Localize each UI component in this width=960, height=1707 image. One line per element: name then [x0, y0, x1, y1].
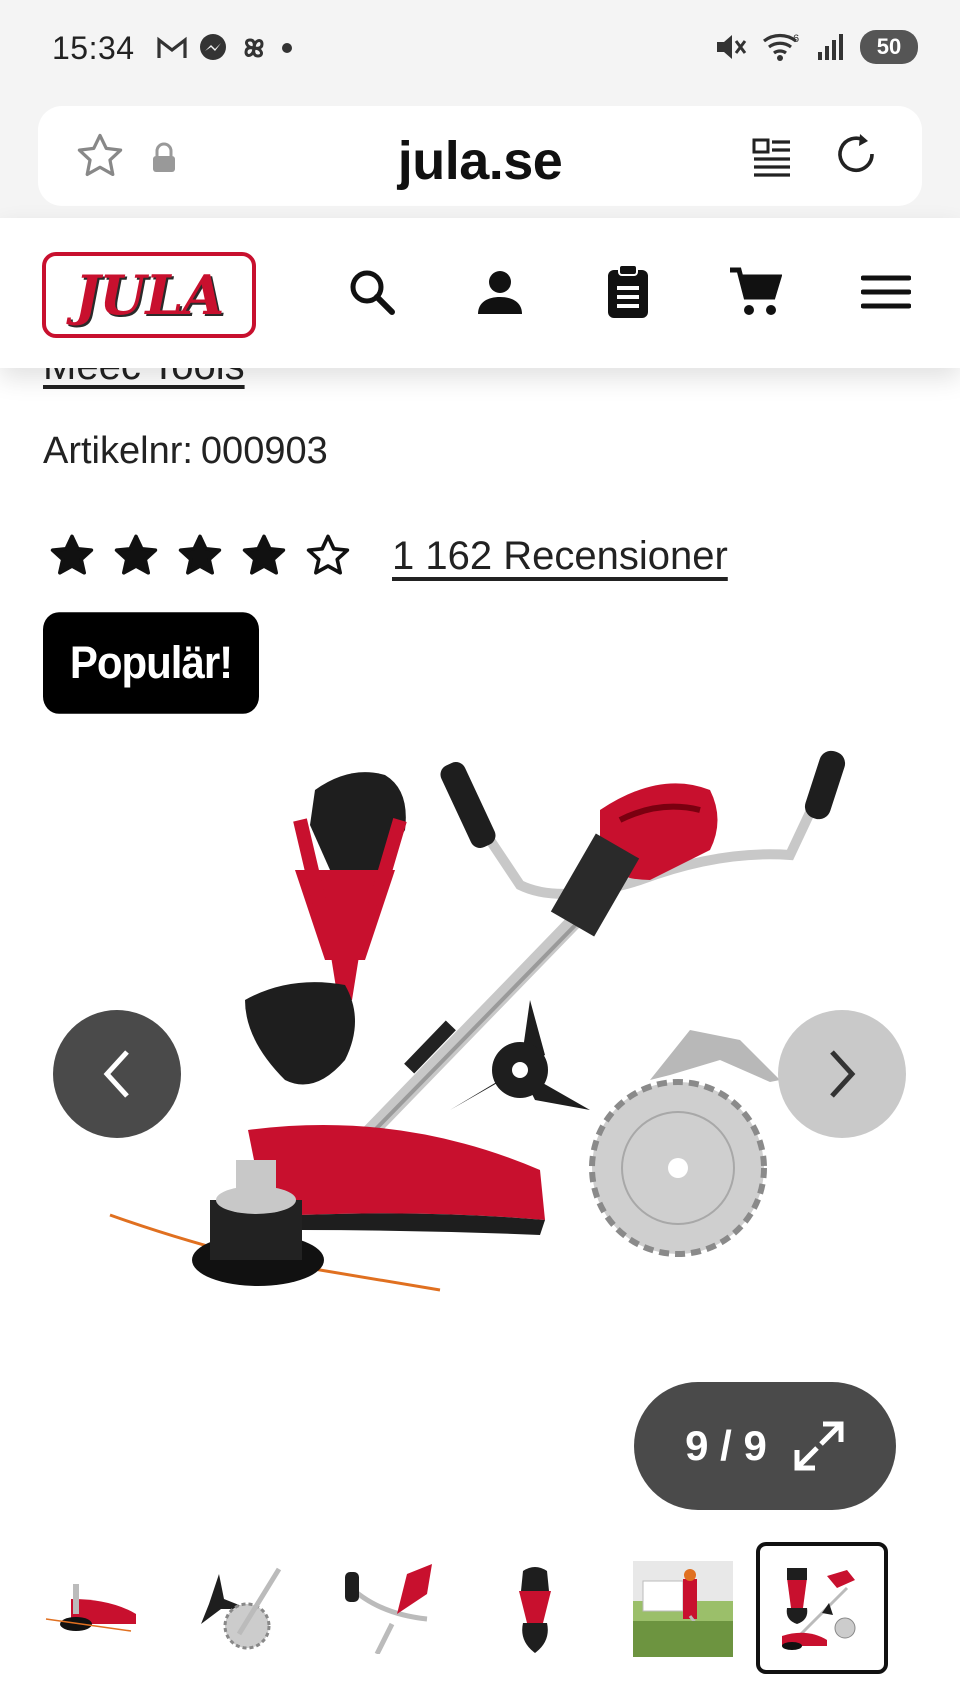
gallery-prev-button[interactable]	[53, 1010, 181, 1138]
search-button[interactable]	[344, 264, 400, 320]
shopping-list-button[interactable]	[600, 264, 656, 320]
product-gallery[interactable]: 9 / 9	[0, 730, 960, 1520]
thumbnail-3[interactable]	[326, 1548, 448, 1670]
shoulder-harness	[245, 772, 407, 1085]
logo-text: JULA	[74, 263, 225, 327]
star-filled-icon	[178, 534, 222, 575]
reader-mode-icon[interactable]	[750, 134, 794, 178]
reviews-link[interactable]: 1 162 Recensioner	[392, 534, 728, 579]
chevron-right-icon	[830, 1050, 856, 1098]
account-icon	[478, 271, 522, 314]
image-counter-text: 9 / 9	[685, 1422, 767, 1469]
dot-icon	[282, 43, 292, 53]
site-header: JULA	[0, 218, 960, 368]
cart-icon	[730, 267, 782, 315]
search-icon	[350, 270, 395, 315]
notification-icons	[156, 32, 294, 64]
star-filled-icon	[242, 534, 286, 575]
clipboard-icon	[608, 264, 648, 318]
saw-blade	[589, 1079, 767, 1257]
gmail-icon	[157, 36, 187, 58]
thumbnail-5[interactable]	[622, 1548, 744, 1670]
menu-icon	[861, 275, 911, 309]
thumb-full-kit	[782, 1568, 856, 1650]
messenger-icon	[200, 34, 226, 60]
system-icons: 6 50	[714, 30, 918, 64]
star-filled-icon	[114, 534, 158, 575]
star-filled-icon	[50, 534, 94, 575]
battery-icon: 50	[860, 30, 918, 64]
rating-stars	[48, 532, 352, 580]
status-bar: 15:34 6 50	[0, 0, 960, 98]
thumbnail-4[interactable]	[474, 1548, 596, 1670]
account-button[interactable]	[472, 264, 528, 320]
thumb-blades	[201, 1567, 282, 1650]
thumbnail-strip	[0, 1540, 960, 1680]
thumb-handle	[345, 1564, 432, 1654]
pinwheel-icon	[244, 38, 264, 58]
thumbnail-2[interactable]	[178, 1548, 300, 1670]
article-number: 000903	[200, 430, 328, 472]
star-outline-icon	[306, 534, 350, 575]
article-label: Artikelnr:	[43, 430, 193, 472]
thumbnail-6-active[interactable]	[756, 1542, 888, 1674]
chevron-left-icon	[103, 1050, 129, 1098]
jula-logo[interactable]: JULA	[42, 252, 256, 338]
expand-icon	[794, 1421, 844, 1471]
svg-text:6: 6	[793, 33, 799, 45]
wifi-icon: 6	[763, 33, 799, 61]
cart-button[interactable]	[727, 264, 783, 320]
popular-badge: Populär!	[43, 612, 259, 714]
menu-button[interactable]	[858, 264, 914, 320]
gallery-next-button[interactable]	[778, 1010, 906, 1138]
rating-row[interactable]: 1 162 Recensioner	[48, 532, 728, 580]
mute-icon	[717, 35, 747, 59]
thumb-in-use	[633, 1561, 733, 1657]
reload-icon[interactable]	[832, 130, 882, 180]
guard-bracket	[650, 1030, 780, 1082]
signal-icon	[818, 34, 843, 60]
status-time: 15:34	[52, 30, 135, 66]
address-bar[interactable]: jula.se	[38, 106, 922, 206]
thumbnail-1[interactable]	[30, 1548, 152, 1670]
browser-toolbar: jula.se	[0, 98, 960, 218]
article-number-row: Artikelnr: 000903	[43, 430, 328, 473]
thumb-trimmer-head	[45, 1584, 136, 1632]
thumb-harness	[519, 1567, 551, 1653]
gallery-counter[interactable]: 9 / 9	[634, 1382, 896, 1510]
